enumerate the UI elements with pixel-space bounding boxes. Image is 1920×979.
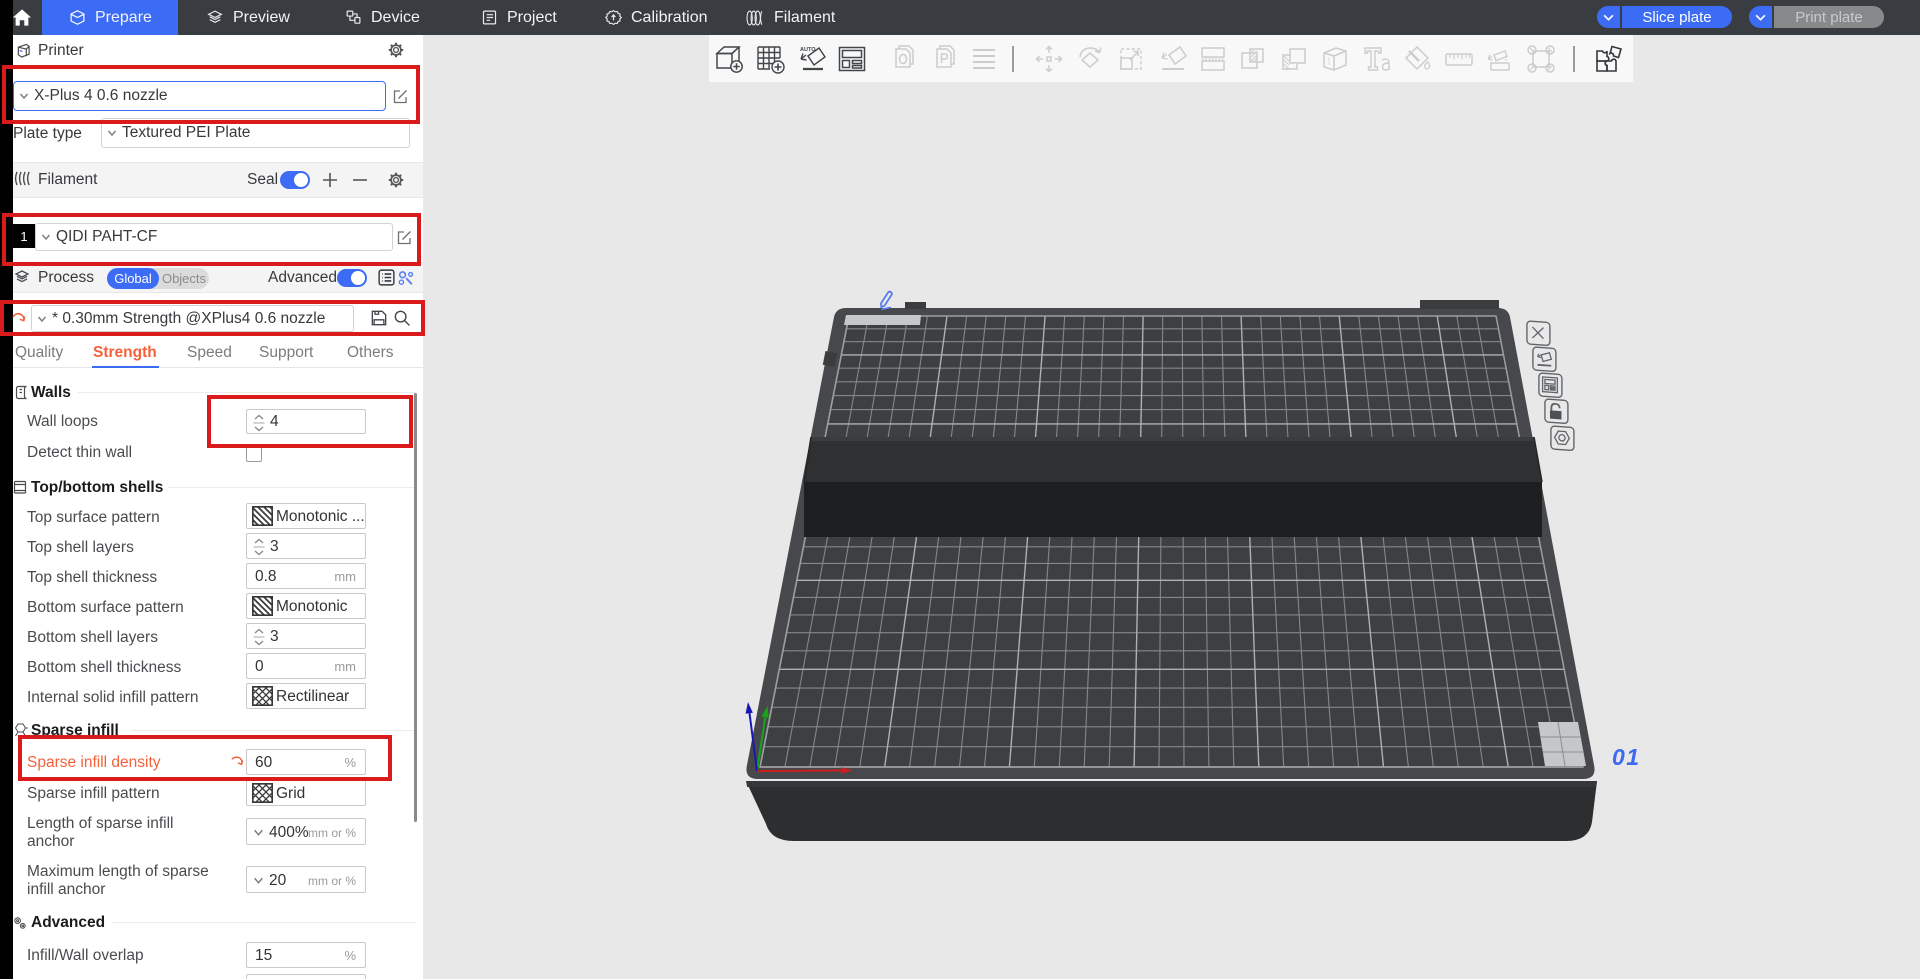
svg-text:01: 01 <box>1612 744 1641 770</box>
